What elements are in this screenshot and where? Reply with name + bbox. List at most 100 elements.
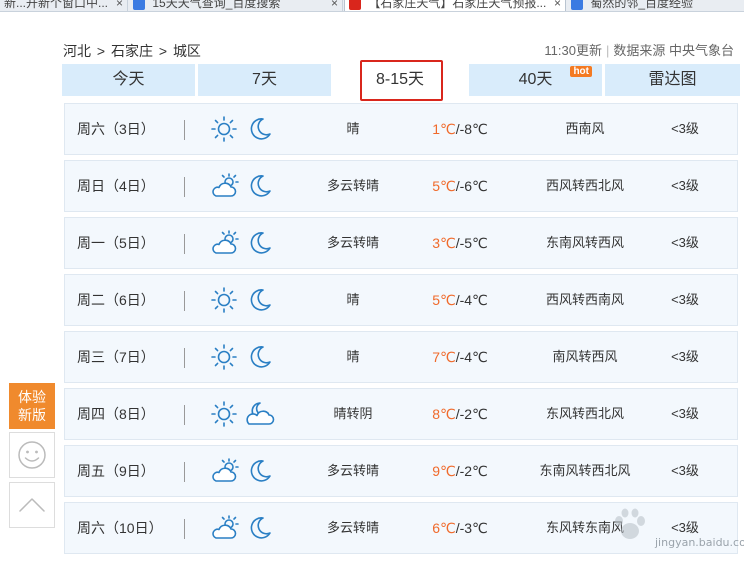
- close-icon[interactable]: ×: [331, 0, 338, 11]
- browser-tab[interactable]: 蜀然的邻_百度经验: [567, 0, 744, 11]
- tab-7-days[interactable]: 7天: [198, 64, 331, 96]
- tab-radar[interactable]: 雷达图: [605, 64, 740, 96]
- breadcrumb-province[interactable]: 河北: [63, 43, 91, 59]
- temperature: 3℃/-5℃: [405, 218, 515, 268]
- weather-icons: [210, 514, 280, 542]
- day-label: 周六（3日）: [77, 121, 155, 137]
- browser-tab-label: 蜀然的邻_百度经验: [590, 0, 694, 10]
- breadcrumb-separator: >: [96, 43, 106, 59]
- day-label: 周六（10日）: [77, 520, 163, 536]
- sun-icon: [211, 116, 237, 142]
- wind-level: <3级: [671, 121, 699, 136]
- divider: [184, 519, 185, 539]
- condition-text: 晴转阴: [333, 406, 373, 421]
- close-icon[interactable]: ×: [554, 0, 561, 11]
- tab-label: 7天: [252, 71, 277, 88]
- back-to-top-button[interactable]: [9, 482, 55, 528]
- temperature: 7℃/-4℃: [405, 332, 515, 382]
- divider: [184, 405, 185, 425]
- partly-cloudy-icon: [212, 230, 239, 254]
- temperature-high: 7℃: [432, 349, 456, 365]
- browser-tab-label: 15天天气查询_百度搜索: [152, 0, 281, 10]
- tab-label: 雷达图: [648, 71, 697, 88]
- update-time: 11:30更新: [544, 43, 602, 58]
- divider: [184, 348, 185, 368]
- temperature: 6℃/-3℃: [405, 503, 515, 553]
- temperature-high: 1℃: [432, 121, 456, 137]
- breadcrumb-district: 城区: [172, 43, 201, 59]
- baidu-favicon-icon: [133, 0, 145, 10]
- tab-label: 8-15天: [375, 71, 425, 88]
- moon-icon: [250, 460, 271, 482]
- weather-icons: [210, 457, 280, 485]
- wind-level: <3级: [671, 463, 699, 478]
- moon-icon: [250, 346, 271, 368]
- weather-icons: [210, 286, 280, 314]
- temperature-high: 3℃: [432, 235, 456, 251]
- breadcrumb: 河北 > 石家庄 > 城区: [63, 41, 203, 61]
- weather-site-favicon-icon: [349, 0, 361, 10]
- divider: [184, 120, 185, 140]
- tab-today[interactable]: 今天: [62, 64, 195, 96]
- divider: |: [605, 43, 610, 58]
- temperature-low: /-4℃: [455, 292, 488, 308]
- day-label: 周五（9日）: [77, 463, 155, 479]
- weather-icons: [210, 400, 280, 428]
- divider: [184, 234, 185, 254]
- tab-label: 今天: [112, 71, 145, 88]
- cloudy-moon-icon: [246, 402, 275, 425]
- tab-40-days[interactable]: 40天 hot: [469, 64, 602, 96]
- forecast-row: 周五（9日） 多云转晴 9℃/-2℃ 东南风转西北风 <3级: [64, 445, 738, 497]
- condition-text: 晴: [346, 349, 360, 364]
- moon-icon: [250, 175, 271, 197]
- temperature-low: /-4℃: [455, 349, 488, 365]
- tab-8-15-days[interactable]: 8-15天: [334, 64, 466, 96]
- wind-level: <3级: [671, 520, 699, 535]
- new-version-button[interactable]: 体验 新版: [9, 383, 55, 429]
- wind-direction: 东风转西北风: [545, 406, 624, 421]
- forecast-row: 周六（10日） 多云转晴 6℃/-3℃ 东风转东南风 <3级: [64, 502, 738, 554]
- day-label: 周一（5日）: [77, 235, 155, 251]
- temperature-high: 5℃: [432, 178, 456, 194]
- browser-tab-strip: 新...开新个窗口中... × 15天天气查询_百度搜索 × 【石家庄天气】石家…: [0, 0, 744, 12]
- condition-text: 晴: [346, 121, 360, 136]
- update-info: 11:30更新 | 数据来源 中央气象台: [544, 41, 734, 61]
- temperature-low: /-3℃: [455, 520, 488, 536]
- new-version-label-line1: 体验: [18, 389, 46, 405]
- wind-direction: 西南风: [565, 121, 605, 136]
- chevron-up-icon: [19, 498, 45, 512]
- moon-icon: [250, 289, 271, 311]
- hot-badge: hot: [570, 66, 592, 77]
- wind-level: <3级: [671, 349, 699, 364]
- browser-tab[interactable]: 15天天气查询_百度搜索 ×: [129, 0, 343, 11]
- breadcrumb-city[interactable]: 石家庄: [111, 43, 153, 59]
- tab-label: 40天: [518, 71, 553, 88]
- browser-tab-active[interactable]: 【石家庄天气】石家庄天气预报... ×: [344, 0, 566, 11]
- browser-tab[interactable]: 新...开新个窗口中... ×: [0, 0, 128, 11]
- forecast-row: 周二（6日） 晴 5℃/-4℃ 西风转西南风 <3级: [64, 274, 738, 326]
- breadcrumb-separator: >: [158, 43, 168, 59]
- partly-cloudy-icon: [212, 458, 239, 482]
- day-label: 周三（7日）: [77, 349, 155, 365]
- forecast-row: 周四（8日） 晴转阴 8℃/-2℃ 东风转西北风 <3级: [64, 388, 738, 440]
- new-version-label-line2: 新版: [18, 407, 46, 423]
- weather-icons: [210, 343, 280, 371]
- temperature-low: /-8℃: [455, 121, 488, 137]
- wind-direction: 东风转东南风: [545, 520, 624, 535]
- condition-text: 多云转晴: [326, 463, 379, 478]
- condition-text: 晴: [346, 292, 360, 307]
- wind-direction: 东南风转西风: [545, 235, 624, 250]
- feedback-button[interactable]: [9, 432, 55, 478]
- partly-cloudy-icon: [212, 173, 239, 197]
- close-icon[interactable]: ×: [116, 0, 123, 11]
- moon-icon: [250, 232, 271, 254]
- condition-text: 多云转晴: [326, 235, 379, 250]
- browser-tab-label: 【石家庄天气】石家庄天气预报...: [368, 0, 547, 10]
- forecast-row: 周六（3日） 晴 1℃/-8℃ 西南风 <3级: [64, 103, 738, 155]
- condition-text: 多云转晴: [326, 178, 379, 193]
- wind-direction: 西风转西南风: [545, 292, 624, 307]
- temperature-low: /-2℃: [455, 463, 488, 479]
- forecast-row: 周三（7日） 晴 7℃/-4℃ 南风转西风 <3级: [64, 331, 738, 383]
- baidu-favicon-icon: [571, 0, 583, 10]
- divider: [184, 177, 185, 197]
